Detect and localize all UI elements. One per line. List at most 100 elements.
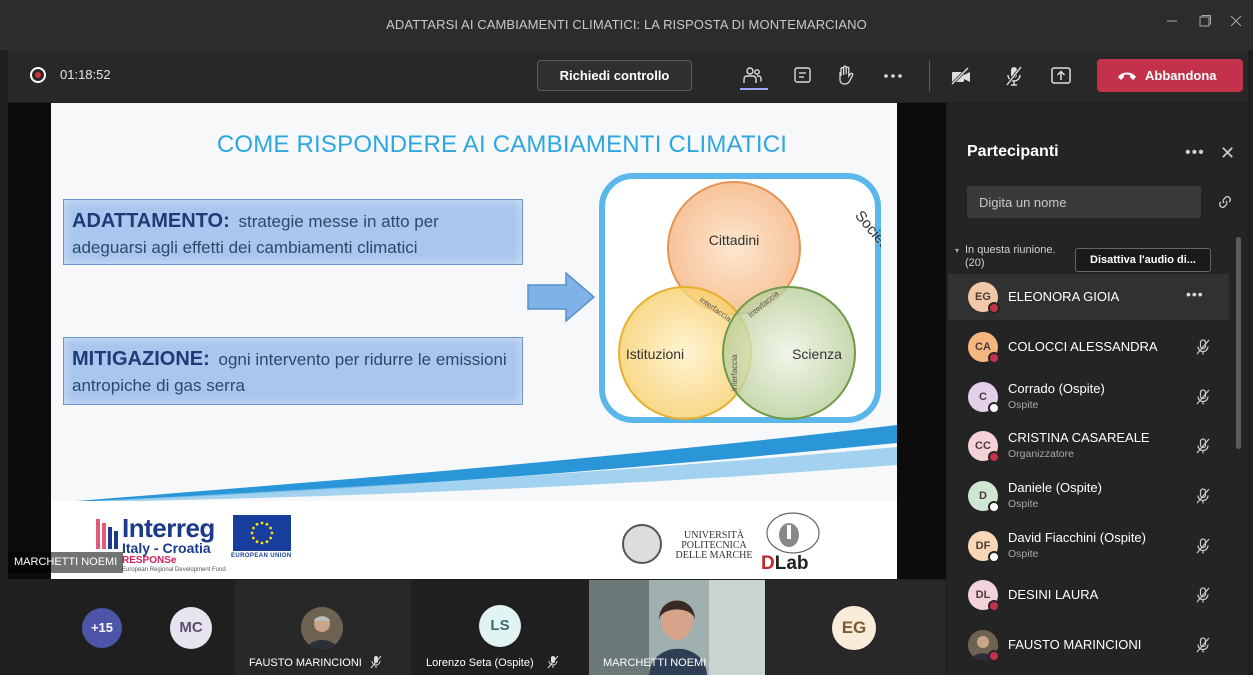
recording-icon <box>30 67 46 83</box>
muted-mic-icon[interactable] <box>1194 388 1212 406</box>
participant-name: CRISTINA CASAREALE <box>1008 430 1150 445</box>
shared-slide: COME RISPONDERE AI CAMBIAMENTI CLIMATICI… <box>51 103 897 579</box>
leave-meeting-button[interactable]: Abbandona <box>1097 59 1243 92</box>
participants-panel: Partecipanti ••• ✕ In questa riunione. (… <box>947 103 1248 675</box>
microphone-off-icon[interactable] <box>1002 64 1026 88</box>
university-name: UNIVERSITÀ POLITECNICA DELLE MARCHE <box>675 530 753 561</box>
participants-icon[interactable] <box>741 64 765 88</box>
participant-status-icon <box>988 302 1000 314</box>
gallery-tile-fausto-name: FAUSTO MARINCIONI <box>249 657 362 669</box>
participant-status-icon <box>988 402 1000 414</box>
participant-name: Corrado (Ospite) <box>1008 381 1105 396</box>
participant-row[interactable]: FAUSTO MARINCIONI <box>948 622 1229 668</box>
interreg-bars-icon <box>96 519 118 549</box>
share-link-icon[interactable] <box>1217 194 1233 210</box>
gallery-tile-marchetti-name: MARCHETTI NOEMI <box>603 657 707 669</box>
gallery-tile-marchetti-video[interactable]: MARCHETTI NOEMI <box>589 580 765 675</box>
muted-mic-icon <box>370 655 382 669</box>
participant-more-icon[interactable]: ••• <box>1186 286 1204 302</box>
interreg-subtitle: Italy - Croatia <box>122 540 211 556</box>
minimize-icon[interactable] <box>1160 12 1184 36</box>
gallery-tile-lorenzo[interactable]: LS Lorenzo Seta (Ospite) <box>412 580 588 675</box>
participant-role: Ospite <box>1008 548 1039 560</box>
participant-status-icon <box>988 352 1000 364</box>
venn-diagram-frame: Società Cittadini Istituzioni Scienza in… <box>599 173 881 423</box>
mitigation-keyword: MITIGAZIONE: <box>72 348 210 370</box>
fausto-photo-avatar <box>301 607 343 649</box>
share-screen-icon[interactable] <box>1049 64 1073 88</box>
participants-more-icon[interactable]: ••• <box>1185 144 1205 162</box>
gallery-avatar-ls: LS <box>479 605 521 647</box>
venn-science-label: Scienza <box>792 346 842 362</box>
participant-row[interactable]: CA COLOCCI ALESSANDRA <box>948 324 1229 370</box>
eu-label: EUROPEAN UNION <box>231 553 292 559</box>
participant-name: COLOCCI ALESSANDRA <box>1008 339 1158 354</box>
decorative-wave <box>51 425 897 503</box>
dlab-logo: DLab <box>759 511 821 575</box>
participant-name: ELEONORA GIOIA <box>1008 289 1120 304</box>
gallery-tile-fausto[interactable]: FAUSTO MARINCIONI <box>235 580 411 675</box>
gallery-avatar-mc[interactable]: MC <box>170 607 212 649</box>
participant-name: FAUSTO MARINCIONI <box>1008 637 1142 652</box>
participant-row[interactable]: C Corrado (Ospite) Ospite <box>948 374 1229 420</box>
erdf-label: European Regional Development Fund <box>122 567 226 573</box>
in-meeting-section-header[interactable]: In questa riunione. (20) <box>955 244 1075 270</box>
participant-status-icon <box>988 551 1000 563</box>
gallery-avatar-eg: EG <box>832 606 876 650</box>
right-arrow-icon <box>527 271 596 323</box>
mute-tooltip: Disattiva l'audio di... <box>1075 248 1211 272</box>
muted-mic-icon[interactable] <box>1194 338 1212 356</box>
mitigation-box: MITIGAZIONE: ogni intervento per ridurre… <box>63 337 523 405</box>
venn-citizens-label: Cittadini <box>709 232 760 248</box>
muted-mic-icon[interactable] <box>1194 586 1212 604</box>
adaptation-keyword: ADATTAMENTO: <box>72 210 230 232</box>
camera-off-icon[interactable] <box>949 64 973 88</box>
participants-scrollbar[interactable] <box>1236 237 1241 449</box>
more-options-icon[interactable] <box>881 64 905 88</box>
close-window-icon[interactable] <box>1224 12 1248 36</box>
dlab-d: D <box>761 553 775 574</box>
participant-row[interactable]: CC CRISTINA CASAREALE Organizzatore <box>948 423 1229 469</box>
dlab-lab: Lab <box>774 553 809 574</box>
participant-status-icon <box>988 600 1000 612</box>
participant-name: DESINI LAURA <box>1008 587 1099 602</box>
hang-up-icon <box>1118 72 1136 80</box>
meeting-toolbar: 01:18:52 Richiedi controllo Abbandona <box>8 50 1248 102</box>
university-seal-icon <box>622 524 662 564</box>
more-participants-badge[interactable]: +15 <box>82 608 122 648</box>
participant-row[interactable]: D Daniele (Ospite) Ospite <box>948 473 1229 519</box>
participant-status-icon <box>988 451 1000 463</box>
meeting-timer: 01:18:52 <box>60 67 111 82</box>
maximize-icon[interactable] <box>1193 12 1217 36</box>
participant-role: Ospite <box>1008 498 1039 510</box>
participant-search-input[interactable] <box>967 186 1201 218</box>
participant-status-icon <box>988 650 1000 662</box>
chat-icon[interactable] <box>791 64 815 88</box>
participants-title: Partecipanti <box>967 143 1059 160</box>
gallery-tile-lorenzo-name: Lorenzo Seta (Ospite) <box>426 657 534 669</box>
adaptation-box: ADATTAMENTO: strategie messe in atto per… <box>63 199 523 265</box>
participant-row[interactable]: DL DESINI LAURA <box>948 572 1229 618</box>
request-control-button[interactable]: Richiedi controllo <box>537 60 692 91</box>
participant-role: Ospite <box>1008 399 1039 411</box>
venn-institutions-label: Istituzioni <box>626 346 684 362</box>
response-project-label: RESPONSe <box>122 555 177 566</box>
close-panel-icon[interactable]: ✕ <box>1220 143 1235 164</box>
slide-logos-footer: Interreg Italy - Croatia RESPONSe Europe… <box>51 501 897 579</box>
participant-row[interactable]: DF David Fiacchini (Ospite) Ospite <box>948 523 1229 569</box>
muted-mic-icon[interactable] <box>1194 487 1212 505</box>
window-title-bar: ADATTARSI AI CAMBIAMENTI CLIMATICI: LA R… <box>0 0 1253 50</box>
muted-mic-icon[interactable] <box>1194 636 1212 654</box>
window-title: ADATTARSI AI CAMBIAMENTI CLIMATICI: LA R… <box>386 17 867 32</box>
muted-mic-icon[interactable] <box>1194 537 1212 555</box>
muted-mic-icon[interactable] <box>1194 437 1212 455</box>
participant-row[interactable]: EG ELEONORA GIOIA ••• <box>948 274 1229 320</box>
participant-role: Organizzatore <box>1008 448 1074 460</box>
gallery-tile-eg[interactable]: EG <box>766 580 946 675</box>
participant-name: Daniele (Ospite) <box>1008 480 1102 495</box>
participant-status-icon <box>988 501 1000 513</box>
raise-hand-icon[interactable] <box>833 64 857 88</box>
participants-active-indicator <box>740 88 768 90</box>
slide-title: COME RISPONDERE AI CAMBIAMENTI CLIMATICI <box>216 131 788 158</box>
eu-flag-icon <box>233 515 291 551</box>
